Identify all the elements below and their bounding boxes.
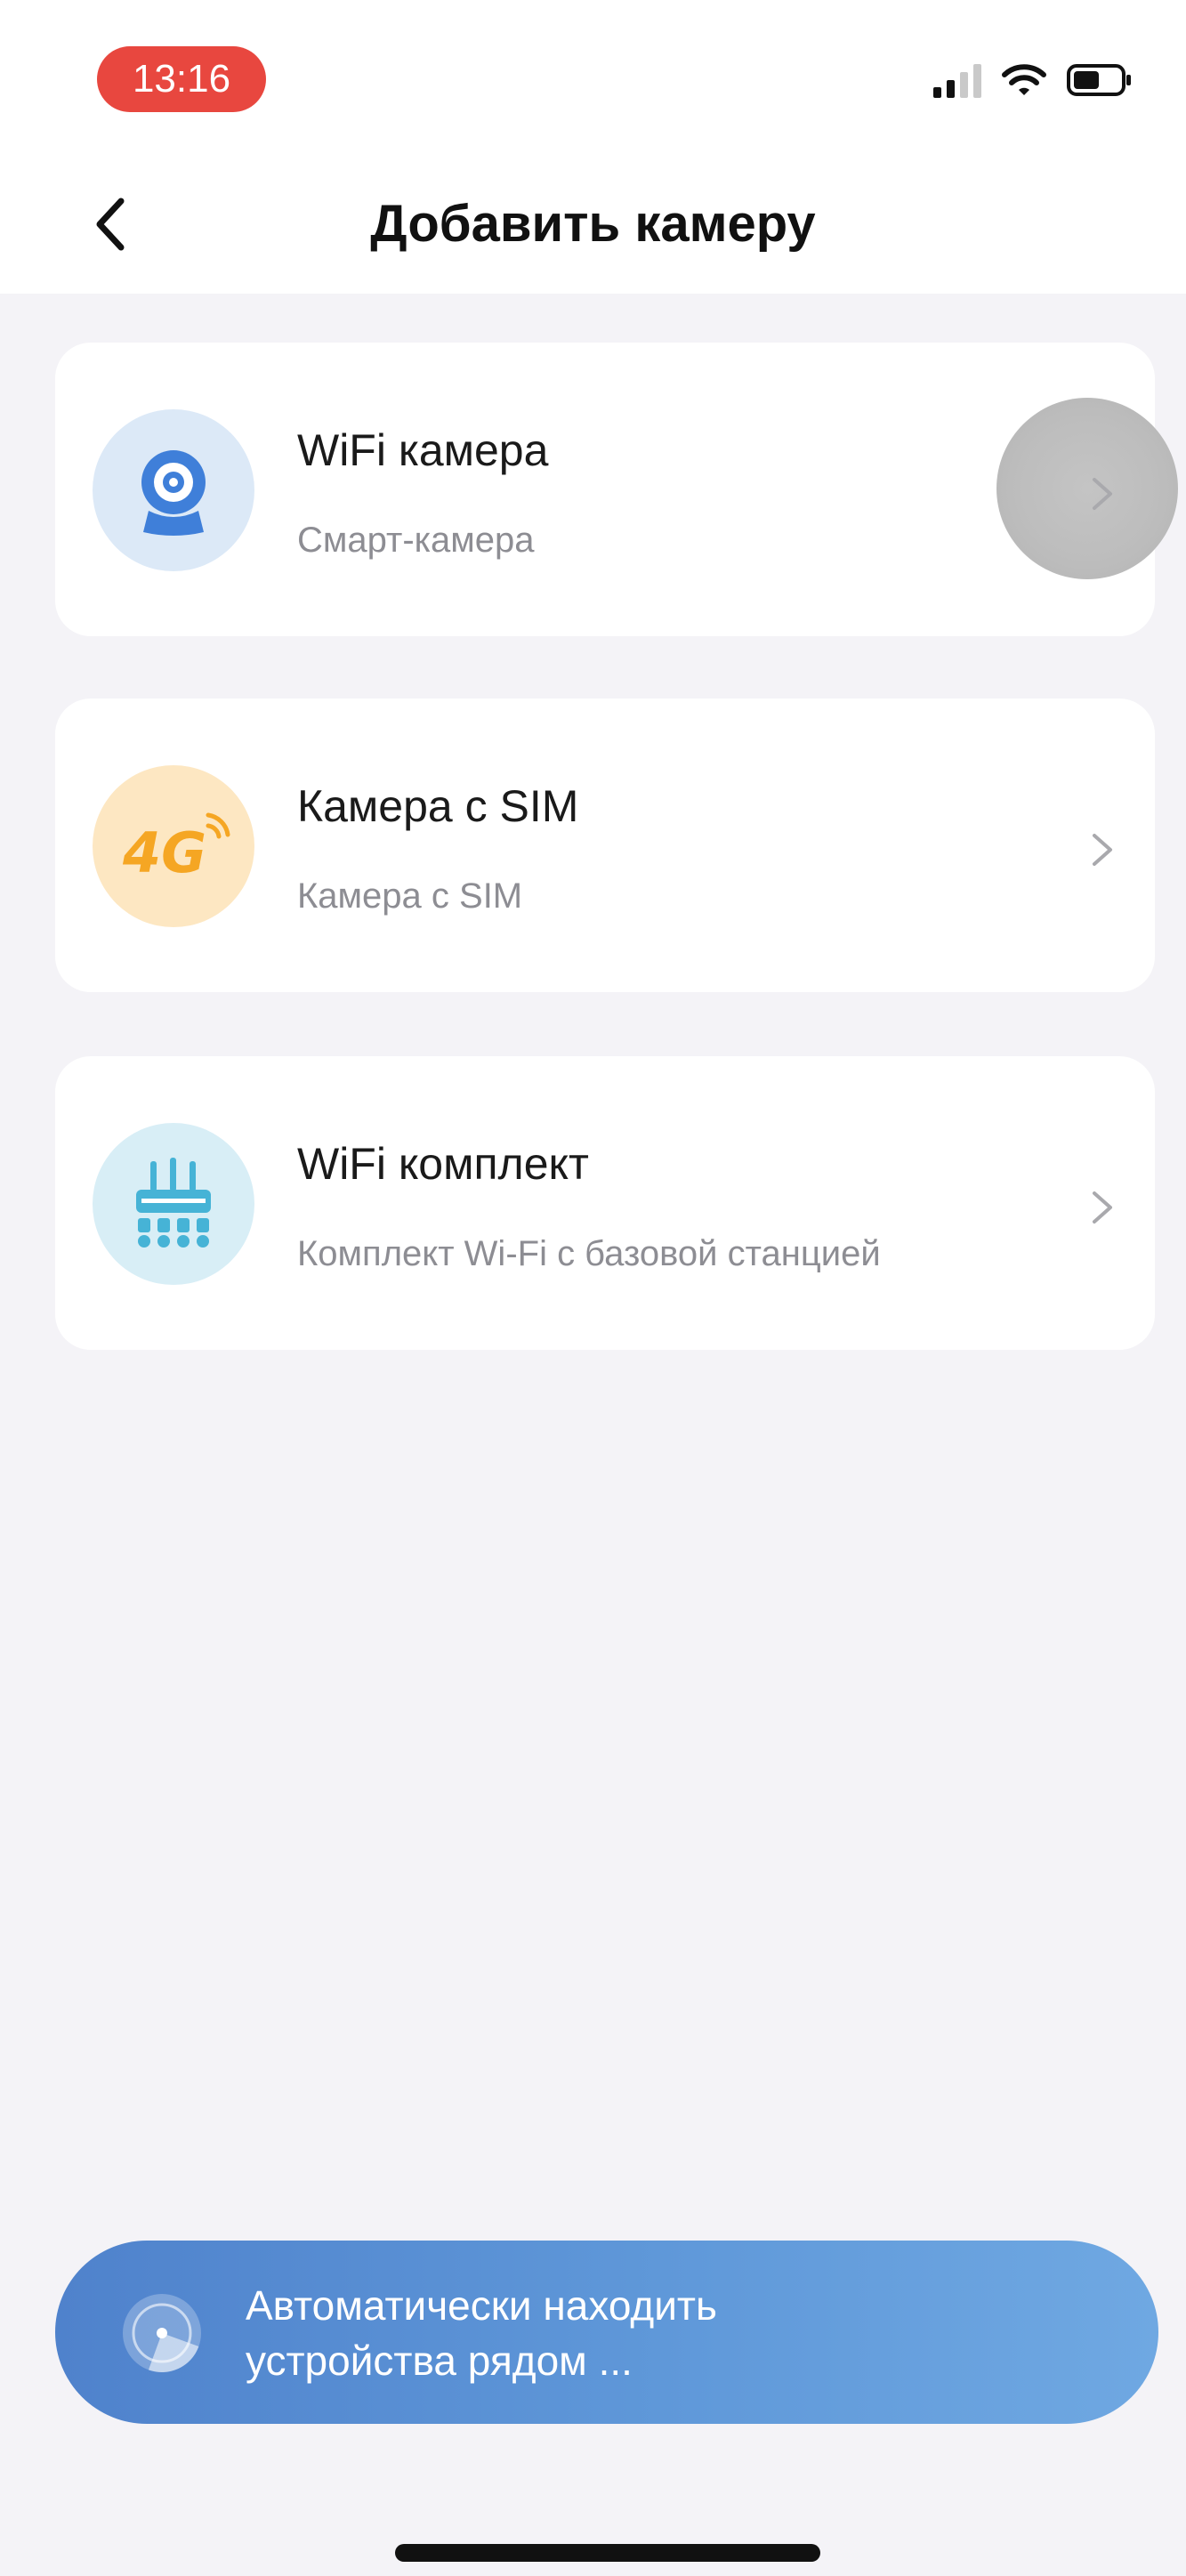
option-title: Камера с SIM [297, 781, 579, 831]
auto-scan-button[interactable]: Автоматически находить устройства рядом … [55, 2241, 1158, 2424]
option-subtitle: Камера с SIM [297, 876, 523, 916]
option-title: WiFi комплект [297, 1139, 589, 1189]
header-area: 13:16 Добавить камеру [0, 0, 1186, 294]
cellular-signal-icon [933, 62, 981, 98]
option-title: WiFi камера [297, 425, 549, 475]
auto-scan-line1: Автоматически находить [246, 2282, 717, 2329]
option-subtitle: Смарт-камера [297, 521, 535, 560]
option-wifi-kit[interactable]: WiFi комплект Комплект Wi-Fi с базовой с… [55, 1056, 1155, 1350]
option-sim-camera[interactable]: 4G Камера с SIM Камера с SIM [55, 699, 1155, 992]
page-title: Добавить камеру [370, 195, 816, 253]
auto-scan-label: Автоматически находить устройства рядом … [246, 2278, 1046, 2388]
svg-text:4G: 4G [122, 820, 206, 885]
battery-icon [1067, 62, 1133, 98]
option-wifi-camera[interactable]: WiFi камера Смарт-камера [55, 343, 1178, 636]
status-time: 13:16 [97, 46, 266, 112]
status-icons [933, 55, 1133, 105]
radar-scan-icon [123, 2294, 201, 2372]
chevron-right-icon [1093, 478, 1112, 510]
home-indicator[interactable] [395, 2544, 820, 2562]
camera-icon [93, 409, 254, 571]
option-subtitle: Комплект Wi-Fi с базовой станцией [297, 1234, 881, 1273]
add-camera-screen: 13:16 Добавить камеру WiFi камера Смарт-… [0, 0, 1186, 2576]
nvr-kit-icon [93, 1123, 254, 1285]
auto-scan-line2: устройства рядом ... [246, 2338, 633, 2384]
chevron-right-icon [1093, 1191, 1112, 1223]
wifi-icon [1001, 62, 1047, 98]
chevron-right-icon [1093, 834, 1112, 866]
4g-icon: 4G [93, 765, 254, 927]
